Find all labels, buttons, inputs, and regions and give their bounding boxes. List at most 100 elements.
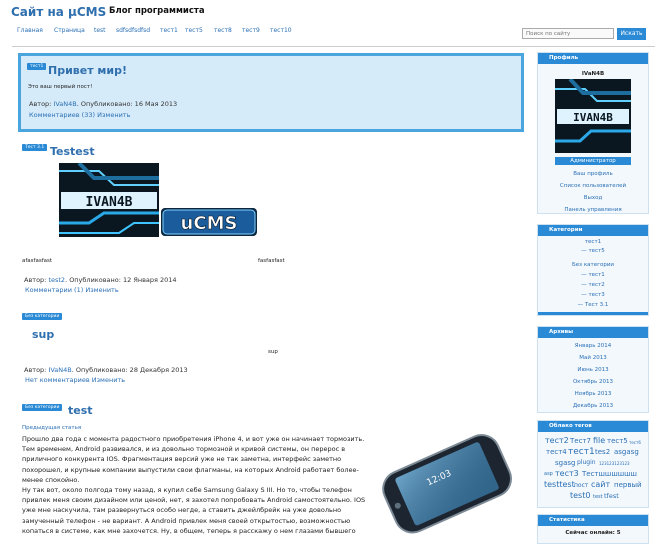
widget-title: Статистика xyxy=(538,515,648,526)
nav-item-test8[interactable]: тест8 xyxy=(214,27,232,34)
post-body: Прошло два года с момента радостного при… xyxy=(22,434,376,536)
category-item[interactable]: — Тест 3.1 xyxy=(538,302,648,308)
online-count: Сейчас онлайн: 5 xyxy=(565,530,621,536)
nav-item-test1[interactable]: тест1 xyxy=(160,27,178,34)
tag-link[interactable]: file xyxy=(593,436,605,445)
post-title[interactable]: test xyxy=(68,404,93,417)
edit-link[interactable]: Изменить xyxy=(92,376,125,384)
comments-link[interactable]: Комментариев (33) xyxy=(29,111,95,119)
author-link[interactable]: IVaN4B xyxy=(48,366,71,374)
post-title[interactable]: Testest xyxy=(50,145,95,158)
featured-post: тест1 Привет мир! Это ваш первый пост! А… xyxy=(18,53,524,132)
tag-link[interactable]: test0 xyxy=(570,491,590,500)
post-excerpt: Это ваш первый пост! xyxy=(28,84,93,90)
category-item[interactable]: тест1 xyxy=(538,239,648,245)
avatar[interactable]: IVAN4B xyxy=(555,79,631,153)
nav-item-page[interactable]: Страница xyxy=(54,27,85,34)
main-content: тест1 Привет мир! Это ваш первый пост! А… xyxy=(17,52,529,540)
nav-item-test9[interactable]: тест9 xyxy=(242,27,260,34)
post-title[interactable]: Привет мир! xyxy=(48,64,127,77)
widget-title: Категории xyxy=(538,225,648,236)
author-link[interactable]: IVaN4B xyxy=(53,100,76,108)
avatar-text: IVAN4B xyxy=(573,111,613,124)
author-link[interactable]: test2 xyxy=(48,276,65,284)
tag-link[interactable]: сайт xyxy=(591,480,610,489)
category-item[interactable]: Без категории xyxy=(538,262,648,268)
widget-title: Облако тегов xyxy=(538,421,648,432)
comments-link[interactable]: Нет комментариев xyxy=(25,376,90,384)
image-title-text: IVAN4B xyxy=(86,195,133,210)
post-image: IVAN4B uCMS xyxy=(59,163,259,237)
post-excerpt: sup xyxy=(268,349,278,355)
search-button[interactable]: Искать xyxy=(617,28,646,40)
post-actions: Нет комментариев Изменить xyxy=(25,376,125,384)
post-paragraph: Прошло два года с момента радостного при… xyxy=(22,435,365,484)
tag-link[interactable]: asp xyxy=(544,471,553,477)
category-badge[interactable]: Без категории xyxy=(22,313,63,320)
tag-link[interactable]: тест4 xyxy=(546,448,567,456)
previous-article-link[interactable]: Предыдущая статья xyxy=(22,425,81,431)
tag-link[interactable]: 123123123123 xyxy=(599,461,630,466)
archive-item[interactable]: Январь 2014 xyxy=(538,343,648,349)
tag-link[interactable]: тест3 xyxy=(555,469,579,478)
post-right-text: fasfasfast xyxy=(258,258,285,264)
post-actions: Комментарии (1) Изменить xyxy=(25,286,119,294)
profile-name: IVaN4B xyxy=(581,71,605,77)
nav-item-test10[interactable]: тест10 xyxy=(270,27,292,34)
tag-link[interactable]: Тестшшшшшш xyxy=(582,470,637,478)
category-item[interactable]: — тест1 xyxy=(538,272,648,278)
category-badge[interactable]: Без категории xyxy=(22,404,63,411)
archive-item[interactable]: Октябрь 2013 xyxy=(538,379,648,385)
category-badge[interactable]: тест1 xyxy=(27,63,47,70)
post-meta: Автор: IVaN4B. Опубликовано: 28 Декабря … xyxy=(24,366,188,374)
widget-title: Архивы xyxy=(538,327,648,338)
admin-panel-link[interactable]: Панель управления xyxy=(538,207,648,213)
comments-link[interactable]: Комментарии (1) xyxy=(25,286,83,294)
tag-link[interactable]: тест2 xyxy=(545,436,569,445)
nav-item-test[interactable]: test xyxy=(94,27,106,34)
category-badge[interactable]: Тест 3.1 xyxy=(22,144,48,151)
post-meta: Автор: test2. Опубликовано: 12 Января 20… xyxy=(24,276,177,284)
profile-link[interactable]: Ваш профиль xyxy=(538,171,648,177)
archive-item[interactable]: Июнь 2013 xyxy=(538,367,648,373)
profile-widget: Профиль IVaN4B IVAN4B Администратор Ваш … xyxy=(537,52,649,214)
edit-link[interactable]: Изменить xyxy=(85,286,118,294)
categories-widget: Категории тест1 — тест5 Без категории — … xyxy=(537,224,649,316)
post-paragraph: Ну так вот, около полгода тому назад, я … xyxy=(22,486,366,535)
site-title[interactable]: Сайт на µCMS xyxy=(11,5,106,19)
category-item[interactable]: — тест5 xyxy=(538,248,648,254)
tag-link[interactable]: plugin xyxy=(577,459,596,466)
category-item[interactable]: — тест3 xyxy=(538,292,648,298)
tag-link[interactable]: testtest xyxy=(544,480,575,489)
post-title[interactable]: sup xyxy=(32,328,54,341)
archive-item[interactable]: Май 2013 xyxy=(538,355,648,361)
nav-item-test5[interactable]: тест5 xyxy=(185,27,203,34)
archive-item[interactable]: Ноябрь 2013 xyxy=(538,391,648,397)
tag-link[interactable]: тест1 xyxy=(568,447,595,457)
nav-item-home[interactable]: Главная xyxy=(17,27,43,34)
tag-link[interactable]: asgasg xyxy=(614,448,639,456)
users-list-link[interactable]: Список пользователей xyxy=(538,183,648,189)
tag-link[interactable]: тест6 xyxy=(629,440,641,445)
tag-link[interactable]: tfest xyxy=(604,492,619,500)
tag-link[interactable]: test xyxy=(593,494,603,500)
logout-link[interactable]: Выход xyxy=(538,195,648,201)
edit-link[interactable]: Изменить xyxy=(97,111,130,119)
tag-link[interactable]: тест5 xyxy=(607,437,628,445)
nav-item-sdfsdf[interactable]: sdfsdfsdfsd xyxy=(116,27,150,34)
archive-item[interactable]: Декабрь 2013 xyxy=(538,403,648,409)
site-header: Сайт на µCMS Блог программиста xyxy=(0,0,665,22)
post-meta: Автор: IVaN4B. Опубликовано: 16 Мая 2013 xyxy=(29,100,178,108)
tag-link[interactable]: первый xyxy=(614,481,642,489)
tag-cloud-widget: Облако тегов тест2 Тест7 file тест5 тест… xyxy=(537,420,649,508)
tag-link[interactable]: Тест7 xyxy=(570,437,591,445)
tag-link[interactable]: tes2 xyxy=(595,448,610,456)
search-input[interactable] xyxy=(522,28,614,39)
post-left-text: afasfasfast xyxy=(22,258,53,264)
widget-footer xyxy=(538,312,648,315)
archive-widget: Архивы Январь 2014 Май 2013 Июнь 2013 Ок… xyxy=(537,326,649,413)
tag-link[interactable]: sgasg xyxy=(555,459,575,467)
widget-title: Профиль xyxy=(538,53,648,64)
category-item[interactable]: — тест2 xyxy=(538,282,648,288)
tag-link[interactable]: пост xyxy=(574,482,588,489)
